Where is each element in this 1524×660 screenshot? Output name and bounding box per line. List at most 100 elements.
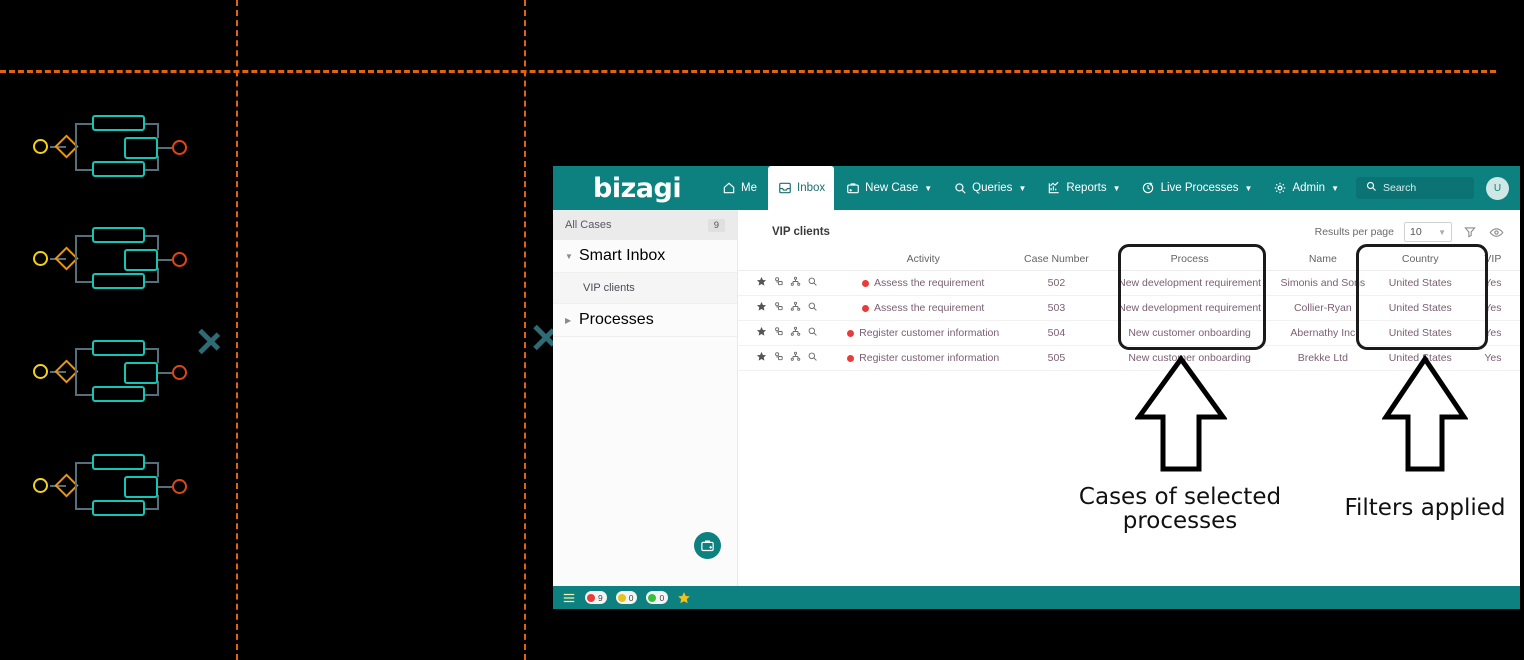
status-pill[interactable]: 0 <box>646 591 669 604</box>
table-row[interactable]: Register customer information 504 New cust… <box>738 320 1520 346</box>
cell-case-number[interactable]: 502 <box>1004 270 1109 296</box>
activity-label: Assess the requirement <box>874 302 985 314</box>
bpmn-task-2 <box>92 161 145 177</box>
new-case-fab[interactable] <box>694 532 721 559</box>
magnifier-icon[interactable] <box>807 276 818 290</box>
filter-icon[interactable] <box>1462 224 1478 240</box>
eye-icon[interactable] <box>1488 224 1504 240</box>
bpmn-start-event <box>33 139 48 154</box>
star-icon[interactable] <box>756 351 767 365</box>
bpmn-diagram-2 <box>28 222 187 292</box>
nav-items: Me Inbox New Case ▼ Queries ▼ Reports ▼ … <box>712 166 1474 210</box>
cell-case-number[interactable]: 503 <box>1004 295 1109 321</box>
assign-user-icon[interactable] <box>773 301 784 315</box>
bpmn-start-event <box>33 251 48 266</box>
status-pill[interactable]: 9 <box>585 591 607 604</box>
chevron-down-icon: ▼ <box>924 183 933 193</box>
nav-item-queries[interactable]: Queries ▼ <box>943 166 1035 210</box>
workflow-icon[interactable] <box>790 301 801 315</box>
nav-item-reports[interactable]: Reports ▼ <box>1037 166 1129 210</box>
global-search[interactable] <box>1356 177 1474 199</box>
bpmn-end-event <box>172 365 187 380</box>
chevron-down-icon: ▼ <box>1438 227 1446 237</box>
sidebar-item-processes[interactable]: ▶ Processes <box>553 304 737 337</box>
assign-user-icon[interactable] <box>773 276 784 290</box>
bpmn-task-3 <box>124 362 158 384</box>
star-icon[interactable] <box>756 326 767 340</box>
cell-vip: Yes <box>1465 295 1520 321</box>
nav-label-admin: Admin <box>1292 182 1326 194</box>
bpmn-task-3 <box>124 476 158 498</box>
assign-user-icon[interactable] <box>773 351 784 365</box>
table-row[interactable]: Assess the requirement 503 New development… <box>738 295 1520 321</box>
search-input[interactable] <box>1383 182 1465 194</box>
nav-item-live-processes[interactable]: Live Processes ▼ <box>1132 166 1262 210</box>
activity-label: Register customer information <box>859 352 1000 364</box>
star-icon[interactable] <box>756 301 767 315</box>
column-header-vip[interactable]: VIP <box>1465 248 1520 271</box>
table-toolbar: Results per page 10 ▼ <box>1315 222 1504 242</box>
nav-item-me[interactable]: Me <box>712 166 766 210</box>
column-header-activity[interactable]: Activity <box>841 248 1005 271</box>
cell-vip: Yes <box>1465 345 1520 371</box>
star-icon[interactable] <box>677 591 691 605</box>
assign-user-icon[interactable] <box>773 326 784 340</box>
sidebar-item-vip-clients[interactable]: VIP clients <box>553 273 737 304</box>
reports-icon <box>1046 181 1061 196</box>
home-icon <box>721 181 736 196</box>
cell-case-number[interactable]: 504 <box>1004 320 1109 346</box>
cell-case-number[interactable]: 505 <box>1004 345 1109 371</box>
chevron-right-icon[interactable]: ▶ <box>565 316 579 325</box>
sidebar-item-all-cases[interactable]: All Cases 9 <box>553 210 737 240</box>
column-header-country[interactable]: Country <box>1374 248 1466 271</box>
workflow-icon[interactable] <box>790 276 801 290</box>
cell-activity[interactable]: Assess the requirement <box>841 270 1005 296</box>
cell-vip: Yes <box>1465 320 1520 346</box>
annotation-filters-applied: Filters applied <box>1330 496 1520 520</box>
nav-item-new-case[interactable]: New Case ▼ <box>836 166 941 210</box>
nav-item-inbox[interactable]: Inbox <box>768 166 835 210</box>
annotation-line-2: processes <box>1122 508 1238 535</box>
table-row[interactable]: Assess the requirement 502 New development… <box>738 270 1520 296</box>
magnifier-icon[interactable] <box>807 326 818 340</box>
bpmn-task-2 <box>92 386 145 402</box>
sidebar: All Cases 9 ▼ Smart Inbox VIP clients ▶ … <box>553 210 738 586</box>
column-header-name[interactable]: Name <box>1270 248 1375 271</box>
status-dot-red <box>847 329 855 337</box>
cell-process: New development requirement <box>1108 295 1271 321</box>
guide-line-horizontal <box>0 70 1496 73</box>
annotation-line-1: Filters applied <box>1344 495 1506 521</box>
results-per-page-select[interactable]: 10 ▼ <box>1404 222 1452 242</box>
cell-country: United States <box>1374 320 1466 346</box>
status-pill[interactable]: 0 <box>615 591 638 604</box>
column-header-process[interactable]: Process <box>1108 248 1271 271</box>
status-dot-red <box>862 279 870 287</box>
column-header-case-number[interactable]: Case Number <box>1004 248 1109 271</box>
cell-activity[interactable]: Register customer information <box>841 345 1005 371</box>
sidebar-item-label-all-cases: All Cases <box>565 219 612 231</box>
avatar[interactable]: U <box>1486 176 1509 200</box>
annotation-cases-of-selected-processes: Cases of selected processes <box>1060 485 1300 533</box>
bpmn-task-2 <box>92 273 145 289</box>
nav-item-admin[interactable]: Admin ▼ <box>1263 166 1348 210</box>
workflow-icon[interactable] <box>790 351 801 365</box>
cases-table: Activity Case Number Process Name Countr… <box>738 248 1520 371</box>
list-menu-icon[interactable] <box>562 591 576 605</box>
magnifier-icon[interactable] <box>807 351 818 365</box>
cell-process: New customer onboarding <box>1108 320 1271 346</box>
screenshot-canvas: bizagi Me Inbox New Case ▼ Queries ▼ Rep… <box>0 0 1524 660</box>
new-case-icon <box>845 181 860 196</box>
workflow-icon[interactable] <box>790 326 801 340</box>
guide-line-vertical-2 <box>524 0 526 660</box>
inbox-icon <box>777 181 792 196</box>
magnifier-icon[interactable] <box>807 301 818 315</box>
column-header-actions[interactable] <box>738 248 842 271</box>
cell-activity[interactable]: Assess the requirement <box>841 295 1005 321</box>
bizagi-logo[interactable]: bizagi <box>553 173 712 204</box>
cell-activity[interactable]: Register customer information <box>841 320 1005 346</box>
star-icon[interactable] <box>756 276 767 290</box>
sidebar-item-smart-inbox[interactable]: ▼ Smart Inbox <box>553 240 737 273</box>
chevron-down-icon: ▼ <box>1244 183 1253 193</box>
row-actions <box>738 295 842 321</box>
chevron-down-icon[interactable]: ▼ <box>565 252 579 261</box>
